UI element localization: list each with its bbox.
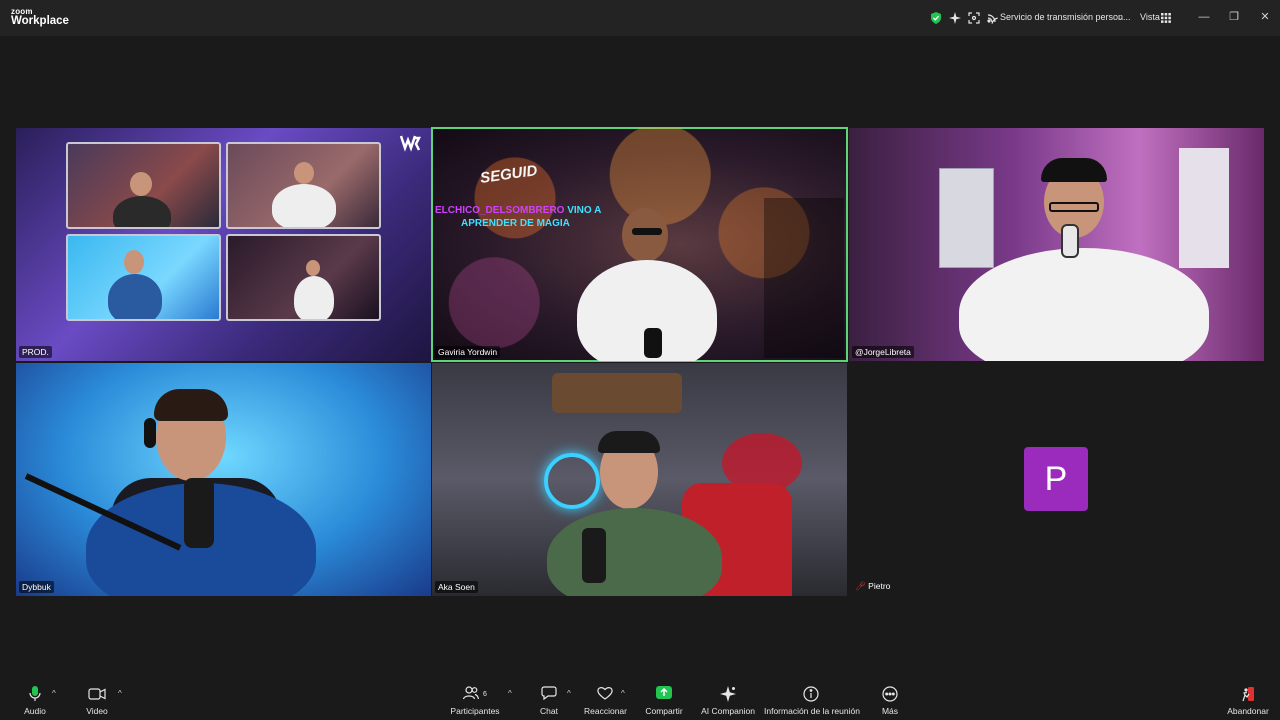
stream-chat-overlay [764,198,844,358]
participant-name-row: 🎤︎ Pietro [852,580,893,593]
microphone [1061,224,1079,258]
grid-view-icon[interactable] [1159,11,1173,25]
participant-name: @JorgeLibreta [852,346,914,358]
participant-tile-pietro[interactable]: P 🎤︎ Pietro [849,363,1264,596]
microphone [184,478,214,548]
channel-logo-icon [399,134,422,152]
fullscreen-icon[interactable] [967,11,981,25]
ai-companion-label: AI Companion [701,706,755,716]
leave-button[interactable]: Abandonar [1226,686,1270,716]
video-gallery: PROD. SEGUID ELCHICO_DELSOMBRERO VINO A … [0,36,1280,680]
participants-options-chevron-icon[interactable]: ^ [508,689,512,698]
participant-tile-gaviria[interactable]: SEGUID ELCHICO_DELSOMBRERO VINO A APREND… [431,127,848,362]
door [1179,148,1229,268]
participants-count: 6 [482,691,487,698]
prod-subvideo [66,234,221,321]
shelf-figures [552,373,682,413]
meeting-toolbar: Audio ^ Video ^ 6 Participantes ^ Chat ^… [0,680,1280,720]
headphones [144,418,156,448]
share-screen-icon [644,686,684,704]
speaker-body [959,248,1209,361]
view-label[interactable]: Vista [1140,12,1160,22]
participant-name: PROD. [19,346,52,358]
chat-options-chevron-icon[interactable]: ^ [567,689,571,698]
audio-label: Audio [24,706,46,716]
neon-logo-icon [544,453,600,509]
chevron-down-icon[interactable]: ⌄ [1117,13,1124,22]
info-icon [764,686,858,704]
participants-button[interactable]: 6 Participantes [450,686,500,716]
share-button[interactable]: Compartir [644,686,684,716]
participant-name: Aka Soen [435,581,478,593]
close-icon[interactable]: ✕ [1258,10,1272,24]
leave-label: Abandonar [1227,706,1269,716]
restore-icon[interactable]: ❐ [1227,10,1241,24]
stream-icon[interactable] [985,11,999,25]
microphone [644,328,662,358]
react-button[interactable]: Reaccionar [584,686,627,716]
video-options-chevron-icon[interactable]: ^ [118,689,122,698]
participant-tile-aka-soen[interactable]: Aka Soen [432,363,847,596]
title-bar: zoom Workplace Servicio de transmisión p… [0,0,1280,36]
prod-subvideo [66,142,221,229]
shield-check-icon[interactable] [929,11,943,25]
mic-muted-icon: 🎤︎ [855,581,866,591]
avatar: P [1024,447,1088,511]
glasses [1049,202,1099,212]
chat-label: Chat [540,706,558,716]
minimize-icon[interactable]: — [1197,10,1211,24]
more-icon [876,686,904,704]
alert-msg1: VINO A [567,205,602,216]
speaker-head [622,208,668,262]
audio-button[interactable]: Audio [20,686,50,716]
microphone [582,528,606,583]
meeting-info-button[interactable]: Información de la reunión [764,686,860,716]
participant-tile-dybbuk[interactable]: Dybbuk [16,363,431,596]
microphone-icon [20,686,50,704]
participants-label: Participantes [450,706,500,716]
chat-icon [535,686,563,704]
prod-subvideo [226,142,381,229]
app-logo: zoom Workplace [11,8,69,28]
ai-sparkle-icon [700,686,756,704]
hair [154,389,228,421]
participant-tile-prod[interactable]: PROD. [16,128,431,361]
heart-icon [584,686,626,704]
stream-alert: ELCHICO_DELSOMBRERO VINO A APRENDER DE M… [435,204,601,230]
sparkle-icon[interactable] [948,11,962,25]
hair [598,431,660,453]
more-label: Más [881,706,899,716]
react-label: Reaccionar [584,706,627,716]
stream-service-label[interactable]: Servicio de transmisión person... [1000,12,1131,22]
leave-door-icon [1226,686,1270,704]
camera-icon [82,686,112,704]
participant-name: Pietro [868,581,891,591]
cap [1041,158,1107,182]
participant-name: Dybbuk [19,581,54,593]
meeting-info-label: Información de la reunión [764,706,860,716]
sunglasses [632,228,662,235]
participants-icon: 6 [450,686,500,704]
chat-button[interactable]: Chat [535,686,563,716]
participant-name: Gaviria Yordwin [435,346,501,358]
video-label: Video [86,706,108,716]
prod-subvideo [226,234,381,321]
door [939,168,994,268]
audio-options-chevron-icon[interactable]: ^ [52,689,56,698]
video-button[interactable]: Video [82,686,112,716]
participant-tile-jorge[interactable]: @JorgeLibreta [849,128,1264,361]
logo-workplace: Workplace [11,15,69,27]
ai-companion-button[interactable]: AI Companion [700,686,756,716]
more-button[interactable]: Más [876,686,904,716]
share-label: Compartir [645,706,683,716]
alert-handle: ELCHICO_DELSOMBRERO [435,205,565,216]
react-options-chevron-icon[interactable]: ^ [621,689,625,698]
alert-msg2: APRENDER DE MAGIA [461,218,570,229]
